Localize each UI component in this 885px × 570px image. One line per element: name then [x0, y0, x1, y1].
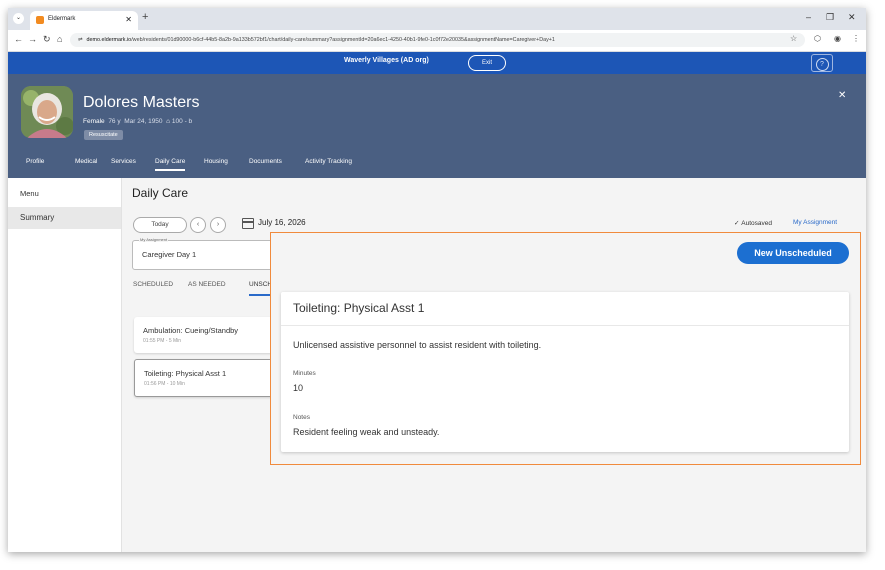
resident-gender: Female — [83, 118, 105, 125]
url-field[interactable]: ⇌ demo.eldermark.io/web/residents/01d9000… — [70, 33, 805, 47]
close-icon[interactable]: ✕ — [838, 90, 846, 101]
tab-unscheduled[interactable]: UNSCH — [249, 281, 273, 296]
autosaved-status: ✓ Autosaved — [734, 219, 772, 227]
tab-profile[interactable]: Profile — [26, 158, 44, 165]
new-unscheduled-button[interactable]: New Unscheduled — [737, 242, 849, 264]
resident-demographics: Female 76 y Mar 24, 1950 ⌂ 100 - b — [83, 118, 192, 125]
code-status-badge: Resuscitate — [84, 130, 123, 140]
extensions-icon[interactable]: ⬡ — [814, 34, 821, 43]
help-button[interactable]: ? — [811, 54, 833, 72]
resident-avatar — [21, 86, 73, 138]
task-detail-panel: New Unscheduled Toileting: Physical Asst… — [270, 232, 861, 465]
tab-services[interactable]: Services — [111, 158, 136, 165]
tab-medical[interactable]: Medical — [75, 158, 97, 165]
profile-icon[interactable]: ◉ — [834, 34, 841, 43]
my-assignment-link[interactable]: My Assignment — [793, 219, 837, 226]
forward-icon[interactable]: → — [28, 34, 37, 44]
task-detail-card: Toileting: Physical Asst 1 Unlicensed as… — [281, 292, 849, 452]
resident-dob: Mar 24, 1950 — [124, 118, 163, 125]
autosaved-label: Autosaved — [741, 220, 772, 227]
org-banner: Waverly Villages (AD org) Exit ? — [8, 52, 866, 74]
browser-tab-bar: ⌄ Eldermark ✕ + – ❐ ✕ — [8, 8, 866, 30]
task-title: Toileting: Physical Asst 1 — [293, 301, 425, 315]
resident-header: Dolores Masters Female 76 y Mar 24, 1950… — [8, 74, 866, 178]
menu-label: Menu — [20, 189, 39, 198]
new-tab-icon[interactable]: + — [142, 11, 148, 23]
tab-activity-tracking[interactable]: Activity Tracking — [305, 158, 352, 165]
browser-tab-title: Eldermark — [48, 16, 76, 22]
notes-label: Notes — [293, 414, 310, 421]
eldermark-favicon-icon — [36, 16, 44, 24]
tab-as-needed[interactable]: AS NEEDED — [188, 281, 226, 288]
check-icon: ✓ — [734, 220, 740, 227]
close-window-icon[interactable]: ✕ — [848, 12, 856, 23]
exit-button[interactable]: Exit — [468, 55, 506, 71]
page-title: Daily Care — [132, 186, 189, 200]
left-menu: Menu Summary — [8, 178, 122, 552]
url-path: /web/residents/01d90000-b6cf-44b5-8a2b-9… — [131, 37, 555, 43]
help-icon: ? — [815, 58, 829, 71]
bookmark-star-icon[interactable]: ☆ — [790, 34, 797, 43]
address-bar-row: ← → ↻ ⌂ ⇌ demo.eldermark.io/web/residents… — [8, 30, 866, 52]
today-button[interactable]: Today — [133, 217, 187, 233]
tab-documents[interactable]: Documents — [249, 158, 282, 165]
tab-scheduled[interactable]: SCHEDULED — [133, 281, 173, 288]
tab-search-icon[interactable]: ⌄ — [13, 13, 24, 24]
assignment-select-label: My Assignment — [139, 237, 169, 242]
resident-age: 76 y — [108, 118, 121, 125]
tab-daily-care[interactable]: Daily Care — [155, 158, 186, 171]
care-task-time: 01:55 PM - 5 Min — [143, 338, 182, 344]
care-task-card[interactable]: Ambulation: Cueing/Standby 01:55 PM - 5 … — [134, 317, 274, 353]
notes-value: Resident feeling weak and unsteady. — [293, 427, 440, 437]
restore-icon[interactable]: ❐ — [826, 12, 834, 23]
tab-housing[interactable]: Housing — [204, 158, 228, 165]
divider — [281, 325, 849, 326]
resident-name: Dolores Masters — [83, 94, 200, 111]
more-menu-icon[interactable]: ⋮ — [852, 34, 860, 43]
care-task-title: Ambulation: Cueing/Standby — [143, 326, 239, 335]
calendar-icon[interactable] — [242, 218, 254, 229]
menu-item-label: Summary — [20, 213, 55, 222]
url-host: demo.eldermark.io — [86, 37, 132, 43]
assignment-select-value: Caregiver Day 1 — [142, 250, 197, 259]
care-task-time: 01:56 PM - 10 Min — [144, 381, 185, 387]
menu-item-summary[interactable]: Summary — [8, 207, 121, 229]
next-day-icon[interactable]: › — [210, 217, 226, 233]
home-icon: ⌂ — [166, 118, 171, 125]
task-description: Unlicensed assistive personnel to assist… — [293, 340, 542, 350]
current-date[interactable]: July 16, 2026 — [258, 218, 306, 227]
resident-room: 100 - b — [171, 118, 193, 125]
assignment-select[interactable]: My Assignment Caregiver Day 1 — [132, 237, 284, 270]
close-tab-icon[interactable]: ✕ — [125, 15, 132, 24]
minutes-value: 10 — [293, 383, 304, 393]
org-name: Waverly Villages (AD org) — [344, 57, 429, 64]
previous-day-icon[interactable]: ‹ — [190, 217, 206, 233]
minimize-icon[interactable]: – — [806, 12, 811, 22]
home-icon[interactable]: ⌂ — [57, 34, 62, 44]
reload-icon[interactable]: ↻ — [43, 34, 51, 45]
site-info-icon[interactable]: ⇌ — [78, 33, 83, 47]
care-task-title: Toileting: Physical Asst 1 — [144, 369, 227, 378]
care-task-card-selected[interactable]: Toileting: Physical Asst 1 01:56 PM - 10… — [134, 359, 276, 397]
minutes-label: Minutes — [293, 370, 316, 377]
browser-tab[interactable]: Eldermark ✕ — [30, 11, 138, 30]
back-icon[interactable]: ← — [14, 34, 23, 44]
